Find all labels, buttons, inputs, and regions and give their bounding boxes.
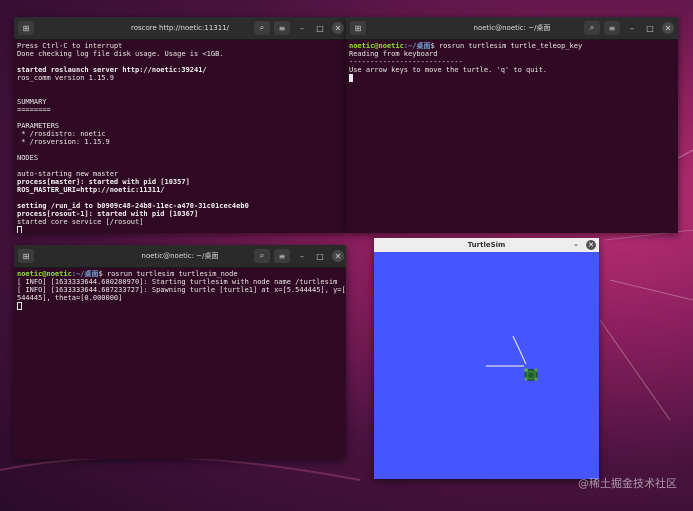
close-icon[interactable]: ✕: [332, 22, 344, 34]
teleop-titlebar[interactable]: ⊞ noetic@noetic: ~/桌面 ⌕ ≡ – □ ✕: [346, 17, 678, 40]
minimize-icon[interactable]: –: [296, 250, 308, 262]
menu-icon[interactable]: ≡: [274, 21, 290, 35]
output-line: ros_comm version 1.15.9: [17, 74, 114, 82]
output-line: Press Ctrl-C to interrupt: [17, 42, 123, 50]
output-line: Done checking log file disk usage. Usage…: [17, 50, 224, 58]
new-tab-icon[interactable]: ⊞: [18, 21, 34, 35]
roscore-terminal-window[interactable]: ⊞ roscore http://noetic:11311/ ⌕ ≡ – □ ✕…: [14, 17, 346, 233]
turtlesim-node-titlebar[interactable]: ⊞ noetic@noetic: ~/桌面 ⌕ ≡ – □ ✕: [14, 245, 346, 268]
output-line: PARAMETERS: [17, 122, 60, 130]
turtlesim-window[interactable]: TurtleSim – ✕: [374, 238, 599, 479]
output-line: 544445], theta=[0.000000]: [17, 294, 123, 302]
output-line: Reading from keyboard: [349, 50, 438, 58]
close-icon[interactable]: ✕: [662, 22, 674, 34]
roscore-titlebar[interactable]: ⊞ roscore http://noetic:11311/ ⌕ ≡ – □ ✕: [14, 17, 346, 40]
output-line: ========: [17, 106, 51, 114]
maximize-icon[interactable]: □: [314, 250, 326, 262]
output-line: process[master]: started with pid [10357…: [17, 178, 190, 186]
terminal-output[interactable]: noetic@noetic:~/桌面$ rosrun turtlesim tur…: [14, 268, 346, 312]
output-line: auto-starting new master: [17, 170, 119, 178]
menu-icon[interactable]: ≡: [274, 249, 290, 263]
output-line: ---------------------------: [349, 58, 463, 66]
minimize-icon[interactable]: –: [626, 22, 638, 34]
teleop-terminal-window[interactable]: ⊞ noetic@noetic: ~/桌面 ⌕ ≡ – □ ✕ noetic@n…: [346, 17, 678, 233]
new-tab-icon[interactable]: ⊞: [350, 21, 366, 35]
output-line: process[rosout-1]: started with pid [103…: [17, 210, 199, 218]
turtlesim-titlebar[interactable]: TurtleSim – ✕: [374, 238, 599, 252]
search-icon[interactable]: ⌕: [254, 21, 270, 35]
search-icon[interactable]: ⌕: [254, 249, 270, 263]
window-title: TurtleSim: [467, 241, 506, 249]
output-line: * /rosversion: 1.15.9: [17, 138, 110, 146]
close-icon[interactable]: ✕: [332, 250, 344, 262]
turtle-icon: [524, 368, 538, 381]
output-line: started core service [/rosout]: [17, 218, 144, 226]
maximize-icon[interactable]: □: [314, 22, 326, 34]
search-icon[interactable]: ⌕: [584, 21, 600, 35]
minimize-icon[interactable]: –: [571, 240, 581, 250]
turtle-trail: [512, 335, 527, 365]
text-cursor: [17, 302, 22, 310]
terminal-output[interactable]: Press Ctrl-C to interrupt Done checking …: [14, 40, 346, 233]
text-cursor: [349, 74, 353, 82]
turtlesim-canvas: [486, 335, 538, 381]
terminal-output[interactable]: noetic@noetic:~/桌面$ rosrun turtlesim tur…: [346, 40, 678, 84]
maximize-icon[interactable]: □: [644, 22, 656, 34]
prompt-path: :~/桌面: [403, 42, 431, 50]
output-line: NODES: [17, 154, 39, 162]
minimize-icon[interactable]: –: [296, 22, 308, 34]
output-line: ROS_MASTER_URI=http://noetic:11311/: [17, 186, 165, 194]
output-line: [ INFO] [1633333644.687233727]: Spawning…: [17, 286, 346, 294]
output-line: Use arrow keys to move the turtle. 'q' t…: [349, 66, 548, 74]
prompt-user: noetic@noetic: [17, 270, 72, 278]
prompt-user: noetic@noetic: [349, 42, 404, 50]
command-text: $ rosrun turtlesim turtlesim_node: [98, 270, 238, 278]
output-line: SUMMARY: [17, 98, 47, 106]
output-line: [ INFO] [1633333644.680280970]: Starting…: [17, 278, 338, 286]
prompt-path: :~/桌面: [71, 270, 99, 278]
menu-icon[interactable]: ≡: [604, 21, 620, 35]
turtlesim-node-terminal-window[interactable]: ⊞ noetic@noetic: ~/桌面 ⌕ ≡ – □ ✕ noetic@n…: [14, 245, 346, 459]
output-line: * /rosdistro: noetic: [17, 130, 106, 138]
text-cursor: [17, 226, 22, 233]
close-icon[interactable]: ✕: [586, 240, 596, 250]
output-line: started roslaunch server http://noetic:3…: [17, 66, 207, 74]
command-text: $ rosrun turtlesim turtle_teleop_key: [430, 42, 583, 50]
output-line: setting /run_id to b0909c48-24b8-11ec-a4…: [17, 202, 249, 210]
new-tab-icon[interactable]: ⊞: [18, 249, 34, 263]
watermark-text: @稀土掘金技术社区: [578, 477, 677, 490]
